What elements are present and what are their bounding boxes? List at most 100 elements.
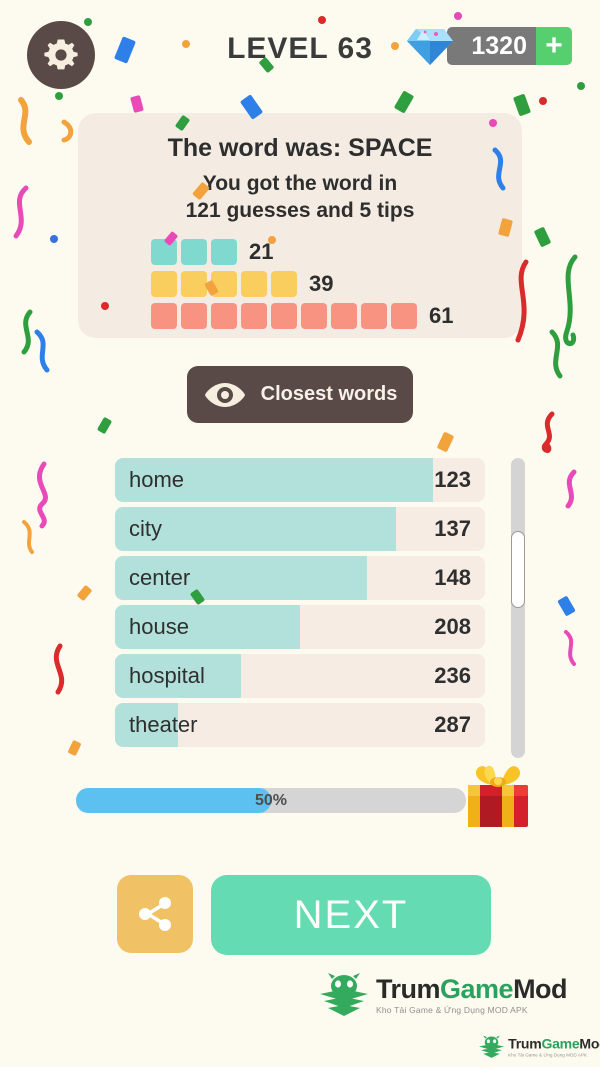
guess-stat-rows: 21 39 61 [78, 236, 522, 332]
watermark-title-part2: Game [440, 973, 514, 1004]
confetti-streamer [564, 630, 576, 666]
confetti-streamer [22, 520, 34, 554]
guess-stat-square [151, 271, 177, 298]
guess-stat-square [301, 303, 327, 330]
scrollbar-thumb[interactable] [511, 531, 525, 608]
guess-stat-square [181, 303, 207, 330]
word-label: center [129, 565, 191, 590]
result-subtitle-line2: 121 guesses and 5 tips [185, 198, 415, 222]
guess-stat-square [151, 303, 177, 330]
word-list-item[interactable]: house 208 [115, 605, 485, 649]
watermark-tagline-small: Kho Tải Game & Ứng Dụng MOD APK [508, 1051, 588, 1058]
frog-mascot-icon [320, 973, 368, 1016]
watermark-logo: TrumGameMod Kho Tải Game & Ứng Dụng MOD … [318, 972, 568, 1018]
diamond-icon [407, 29, 454, 65]
word-list-item[interactable]: hospital 236 [115, 654, 485, 698]
header-bar: LEVEL 63 1320 + [0, 0, 600, 105]
confetti-strip [68, 740, 81, 756]
closest-words-button[interactable]: Closest words [187, 366, 413, 423]
word-rank-value: 137 [434, 516, 471, 541]
closest-words-list: home 123 city 137 center 148 house 208 hospital 2… [115, 458, 485, 752]
word-rank-value: 123 [434, 467, 471, 492]
gift-box-icon [468, 765, 528, 827]
confetti-streamer [563, 254, 578, 346]
guess-stat-row: 21 [151, 236, 522, 268]
confetti-streamer [13, 185, 29, 239]
watermark-text: TrumGameMod Kho Tải Game & Ứng Dụng MOD … [376, 973, 568, 1015]
confetti-streamer [53, 643, 65, 695]
word-list-item[interactable]: home 123 [115, 458, 485, 502]
share-button[interactable] [117, 875, 193, 953]
guess-stat-square [181, 239, 207, 266]
confetti-streamer [18, 97, 32, 145]
word-rank-value: 208 [434, 614, 471, 639]
watermark-title-small-part1: Trum [508, 1035, 542, 1052]
guess-stat-square [151, 239, 177, 266]
confetti-strip [534, 227, 551, 247]
gem-counter[interactable]: 1320 + [403, 26, 572, 66]
guess-stat-square [211, 303, 237, 330]
guess-stat-value: 61 [429, 303, 454, 329]
guess-stat-square [181, 271, 207, 298]
confetti-streamer [21, 309, 33, 355]
guess-stat-row: 39 [151, 268, 522, 300]
result-word-title: The word was: SPACE [167, 134, 433, 162]
gem-count: 1320 [447, 27, 536, 65]
confetti-dot [50, 235, 58, 243]
guess-stat-square [361, 303, 387, 330]
guess-stat-square [271, 271, 297, 298]
guess-stat-square [241, 303, 267, 330]
confetti-strip [77, 585, 92, 601]
word-list-scrollbar[interactable] [511, 458, 525, 758]
next-button-label: NEXT [293, 892, 409, 937]
watermark-title-part3: Mod [513, 973, 568, 1004]
watermark-title-small-part2: Game [541, 1035, 580, 1052]
word-list-item[interactable]: city 137 [115, 507, 485, 551]
word-label: home [129, 467, 185, 492]
confetti-strip [437, 432, 454, 452]
guess-stat-square [211, 271, 237, 298]
confetti-streamer [565, 469, 577, 509]
guess-stat-square [331, 303, 357, 330]
result-card: The word was: SPACE You got the word in … [78, 113, 522, 338]
confetti-strip [557, 596, 576, 616]
result-subtitle-line1: You got the word in [202, 172, 398, 195]
word-rank-value: 148 [434, 565, 471, 590]
watermark-title-part1: Trum [376, 973, 441, 1004]
word-label: city [129, 516, 162, 541]
frog-mascot-icon-small [479, 1035, 504, 1058]
word-rank-value: 236 [434, 663, 471, 688]
confetti-streamer [541, 411, 555, 453]
guess-stat-square [241, 271, 267, 298]
game-screen: LEVEL 63 1320 + The word was: SPACE You … [0, 0, 600, 1067]
guess-stat-row: 61 [151, 300, 522, 332]
word-list-item[interactable]: center 148 [115, 556, 485, 600]
add-gems-button[interactable]: + [536, 27, 572, 65]
guess-stat-value: 21 [249, 239, 274, 265]
watermark-logo-small: TrumGameMod Kho Tải Game & Ứng Dụng MOD … [478, 1035, 600, 1059]
word-rank-value: 287 [434, 712, 471, 737]
gem-pill: 1320 + [447, 27, 572, 65]
watermark-title: TrumGameMod [376, 973, 568, 1004]
closest-words-label: Closest words [260, 383, 398, 405]
watermark-tagline: Kho Tải Game & Ứng Dụng MOD APK [376, 1004, 528, 1015]
level-progress-bar: 50% [76, 788, 466, 813]
eye-icon [204, 382, 245, 407]
next-button[interactable]: NEXT [211, 875, 491, 955]
word-label: hospital [129, 663, 205, 688]
word-label: house [129, 614, 189, 639]
watermark-text-small: TrumGameMod Kho Tải Game & Ứng Dụng MOD … [508, 1037, 600, 1058]
guess-stat-square [271, 303, 297, 330]
confetti-streamer [36, 461, 48, 529]
guess-stat-square [211, 239, 237, 266]
guess-stat-square [391, 303, 417, 330]
watermark-title-small-part3: Mod [579, 1035, 600, 1052]
watermark-title-small: TrumGameMod [508, 1037, 600, 1051]
progress-label: 50% [254, 791, 288, 809]
share-icon [139, 897, 171, 931]
word-list-item[interactable]: theater 287 [115, 703, 485, 747]
confetti-streamer [34, 329, 50, 373]
result-subtitle: You got the word in 121 guesses and 5 ti… [78, 171, 522, 224]
word-label: theater [129, 712, 198, 737]
guess-stat-value: 39 [309, 271, 334, 297]
